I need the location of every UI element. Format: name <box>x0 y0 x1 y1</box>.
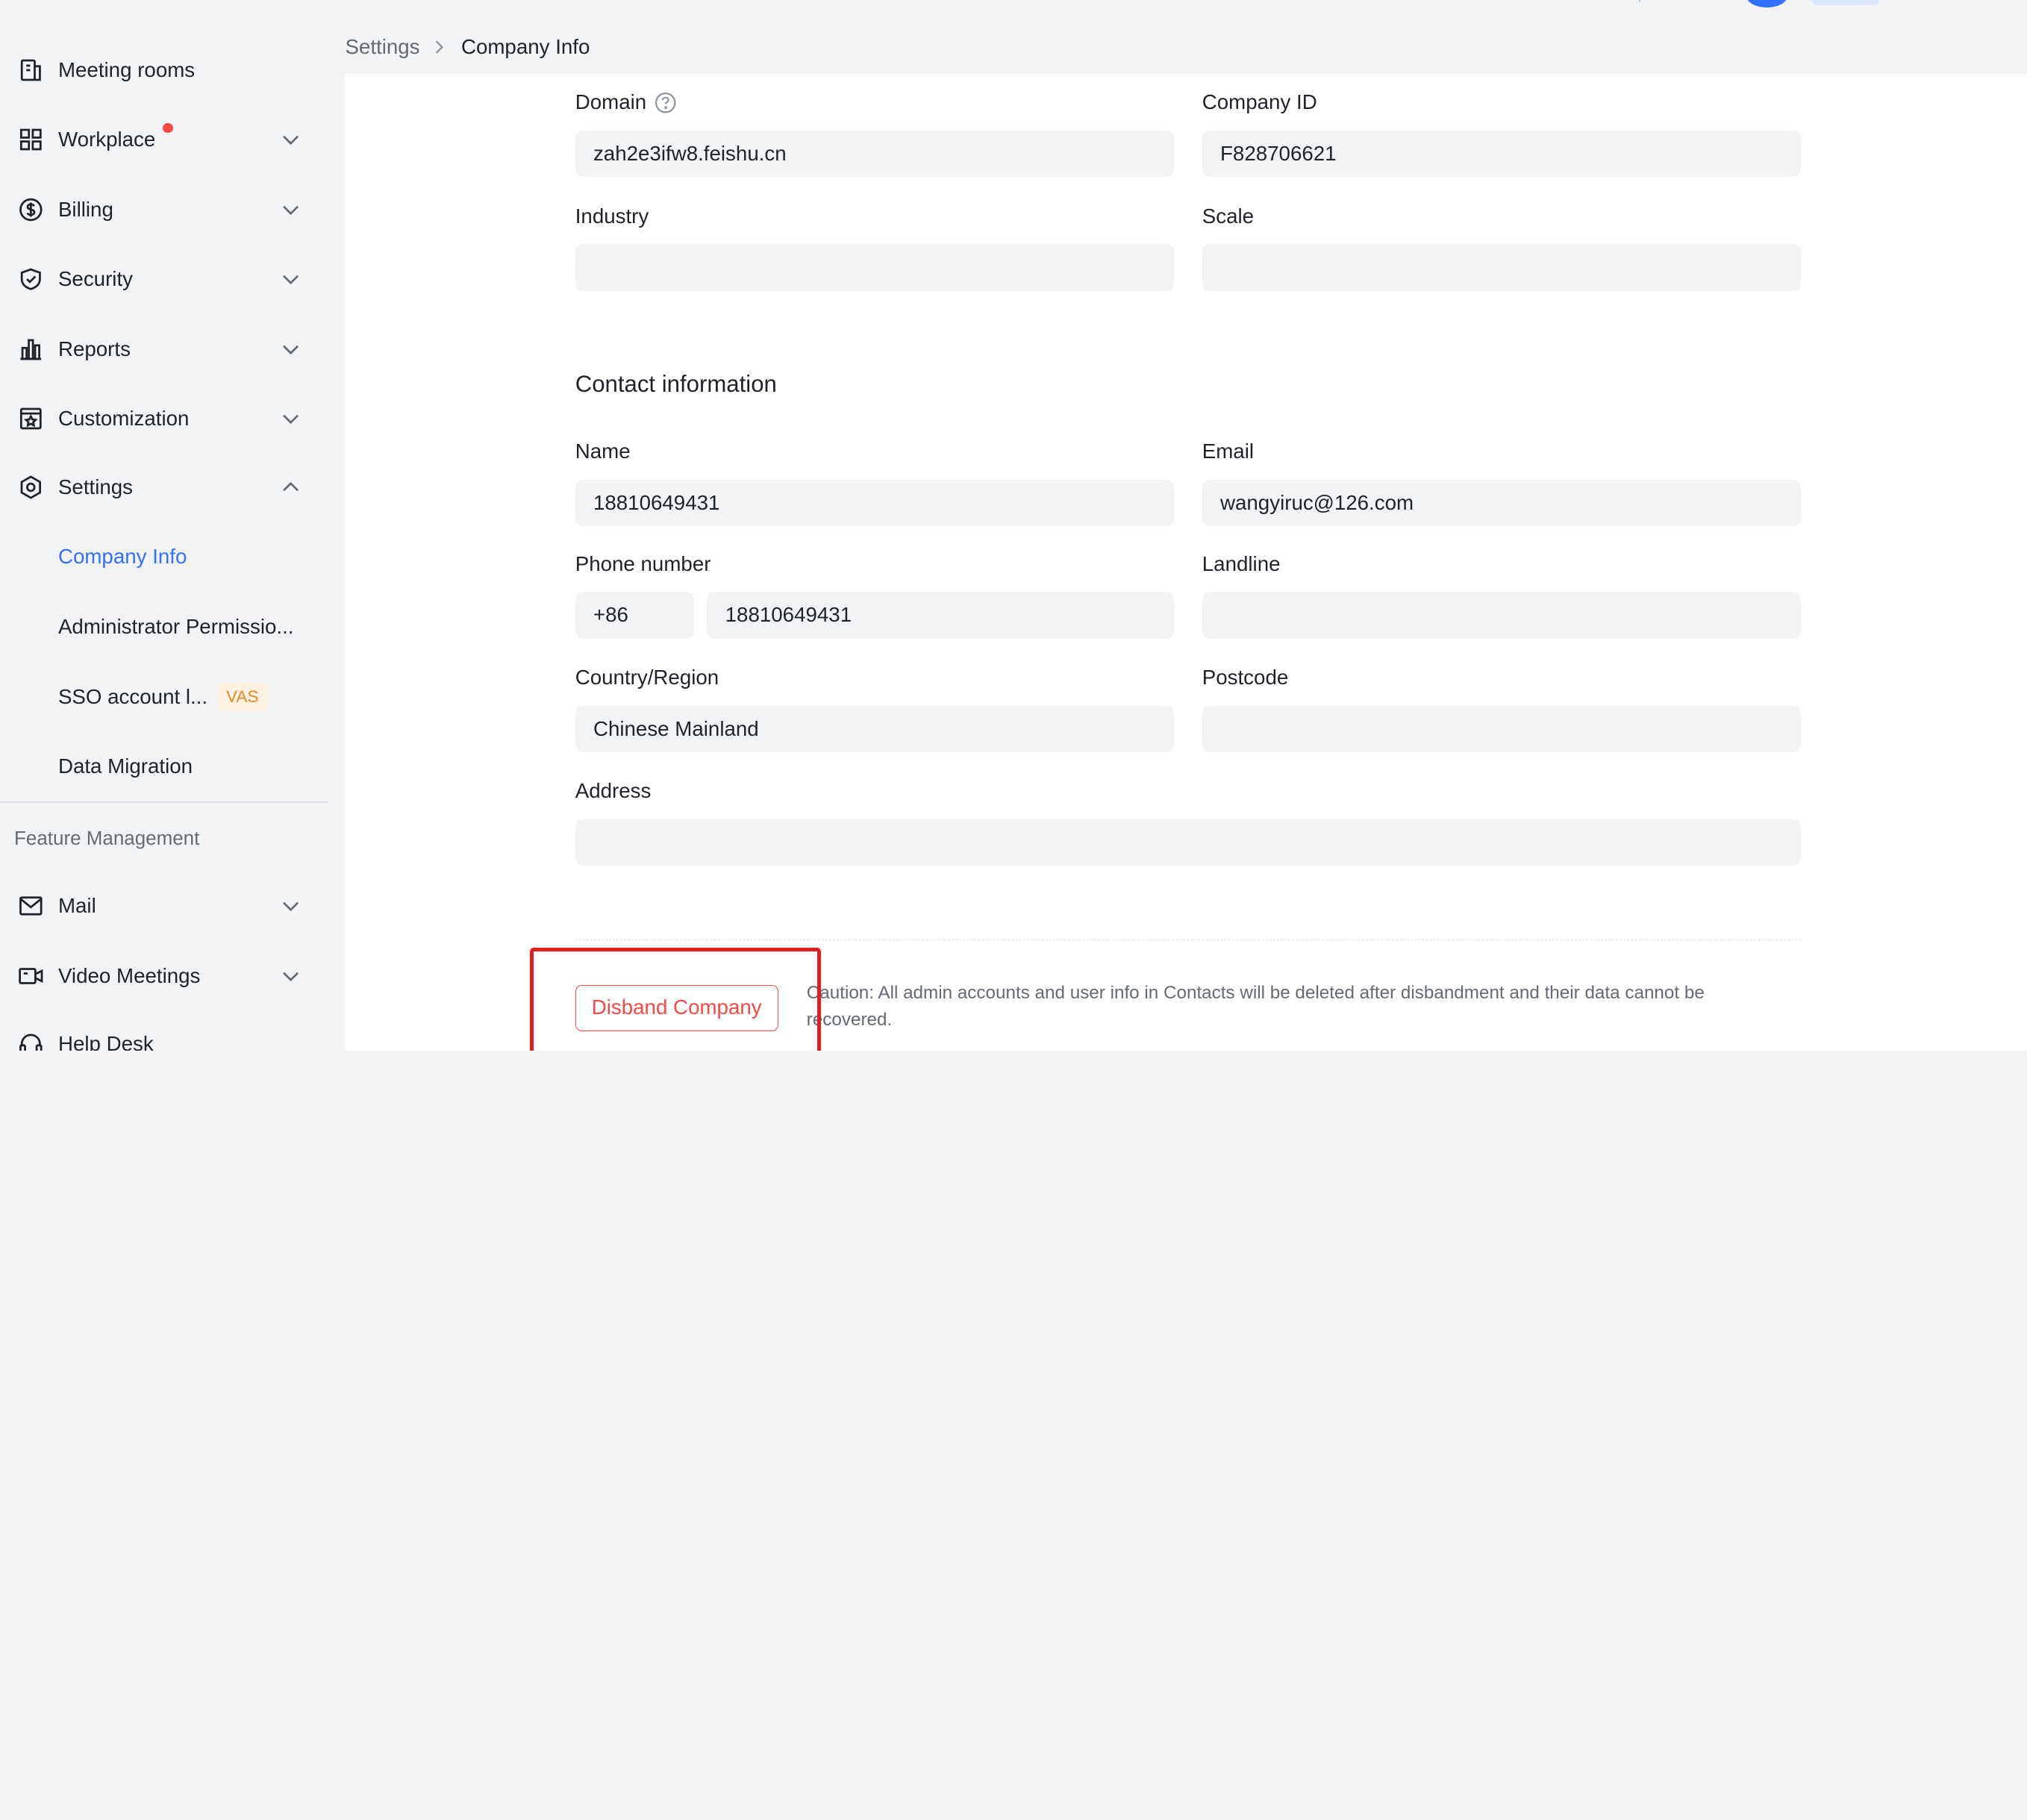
mail-icon <box>18 893 44 919</box>
chevron-down-icon <box>279 198 302 221</box>
sidebar-item-label: Security <box>57 267 134 291</box>
grid-icon <box>18 127 44 153</box>
sidebar-item-label: Video Meetings <box>57 963 201 987</box>
domain-label-row: Domain <box>575 90 676 114</box>
contact-info-title: Contact information <box>575 371 777 398</box>
bar-chart-icon <box>18 336 44 362</box>
sidebar-subitem-admin-permissions[interactable]: Administrator Permissio... <box>0 592 328 662</box>
headset-icon <box>18 1031 44 1051</box>
building-icon <box>18 57 44 83</box>
postcode-label: Postcode <box>1202 665 1289 689</box>
sidebar-item-billing[interactable]: Billing <box>0 175 328 245</box>
chevron-down-icon <box>279 964 302 987</box>
breadcrumb: Settings Company Info <box>345 35 590 59</box>
domain-label: Domain <box>575 90 647 114</box>
caution-text: Caution: All admin accounts and user inf… <box>806 982 1705 1031</box>
email-label: Email <box>1202 439 1255 463</box>
sidebar-item-label: Meeting rooms <box>57 57 196 81</box>
sidebar-item-customization[interactable]: Customization <box>0 384 328 454</box>
sidebar-subitem-label: Company Info <box>57 545 187 569</box>
sidebar-item-video-meetings[interactable]: Video Meetings <box>0 941 328 1011</box>
sidebar-item-label: Customization <box>57 407 190 431</box>
sidebar-item-label: Help Desk <box>57 1032 154 1051</box>
vas-badge: VAS <box>216 682 268 711</box>
industry-field[interactable] <box>575 244 1174 291</box>
sidebar-item-security[interactable]: Security <box>0 244 328 314</box>
address-field[interactable] <box>575 819 1801 866</box>
sidebar-item-label: Mail <box>57 894 96 918</box>
settings-icon <box>18 475 44 501</box>
phone-label: Phone number <box>575 551 711 575</box>
chevron-down-icon <box>279 128 302 151</box>
sidebar-item-settings[interactable]: Settings <box>0 452 328 522</box>
phone-number-field[interactable] <box>707 592 1174 639</box>
postcode-field[interactable] <box>1202 705 1801 752</box>
company-id-field[interactable] <box>1202 130 1801 178</box>
sidebar-item-label: Reports <box>57 337 131 360</box>
company-info-panel: Domain Company ID Industry Scale Contact… <box>345 73 2027 1051</box>
breadcrumb-current: Company Info <box>460 34 590 58</box>
header-divider <box>1639 0 1640 3</box>
country-region-select[interactable] <box>575 705 1174 752</box>
sidebar-item-meeting-rooms[interactable]: Meeting rooms <box>0 35 328 105</box>
sidebar-subitem-label: SSO account l... <box>57 684 208 708</box>
sidebar-subitem-data-migration[interactable]: Data Migration <box>0 731 328 801</box>
chevron-down-icon <box>279 407 302 431</box>
feature-management-title: Feature Management <box>14 827 200 850</box>
sidebar-item-label: Workplace <box>57 128 156 151</box>
video-icon <box>18 963 44 989</box>
app-window: Meeting rooms Workplace Billing Security… <box>0 0 2027 1051</box>
customize-icon <box>18 406 44 432</box>
landline-field[interactable] <box>1202 592 1801 639</box>
sidebar-item-label: Settings <box>57 475 134 498</box>
chevron-down-icon <box>279 337 302 360</box>
address-label: Address <box>575 779 652 803</box>
sidebar-item-mail[interactable]: Mail <box>0 871 328 941</box>
landline-label: Landline <box>1202 551 1281 575</box>
shield-icon <box>18 266 44 293</box>
sidebar-divider <box>0 801 328 803</box>
chevron-down-icon <box>279 895 302 918</box>
help-circle-icon[interactable] <box>655 92 676 113</box>
sidebar-subitem-company-info[interactable]: Company Info <box>0 522 328 592</box>
company-id-label: Company ID <box>1202 90 1317 114</box>
header-tag <box>1812 0 1880 5</box>
country-region-label: Country/Region <box>575 665 719 689</box>
sidebar-subitem-sso-account[interactable]: SSO account l... VAS <box>0 662 328 732</box>
dollar-icon <box>18 196 44 222</box>
scale-label: Scale <box>1202 204 1255 228</box>
sidebar-subitem-label: Data Migration <box>57 754 193 778</box>
sidebar-item-label: Billing <box>57 197 113 221</box>
sidebar: Meeting rooms Workplace Billing Security… <box>0 0 346 1051</box>
disband-company-button[interactable]: Disband Company <box>575 984 778 1032</box>
notification-dot <box>163 122 174 134</box>
chevron-right-icon <box>430 38 448 56</box>
name-label: Name <box>575 439 631 463</box>
scale-field[interactable] <box>1202 244 1801 291</box>
phone-country-code-select[interactable] <box>575 592 695 639</box>
chevron-up-icon <box>279 475 302 498</box>
name-field[interactable] <box>575 479 1174 526</box>
industry-label: Industry <box>575 204 649 228</box>
sidebar-subitem-label: Administrator Permissio... <box>57 615 294 638</box>
section-divider <box>575 939 1801 940</box>
avatar[interactable] <box>1746 0 1788 8</box>
breadcrumb-settings-link[interactable]: Settings <box>345 35 419 59</box>
sidebar-item-reports[interactable]: Reports <box>0 314 328 384</box>
chevron-down-icon <box>279 268 302 291</box>
domain-field[interactable] <box>575 130 1174 178</box>
sidebar-item-workplace[interactable]: Workplace <box>0 104 328 175</box>
sidebar-item-help-desk[interactable]: Help Desk <box>0 1010 328 1051</box>
email-field[interactable] <box>1202 479 1801 526</box>
